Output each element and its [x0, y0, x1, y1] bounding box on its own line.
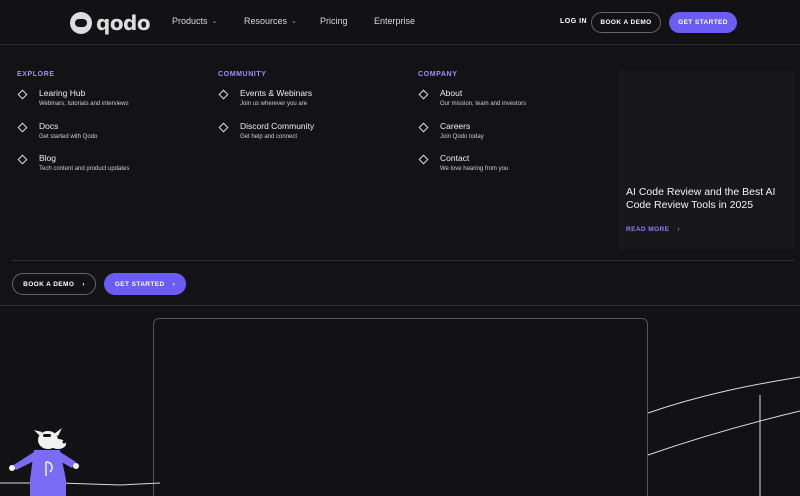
nav-products-label: Products [172, 16, 208, 26]
menu-item-blog[interactable]: Blog Tech content and product updates [17, 153, 129, 186]
nav-pricing[interactable]: Pricing [320, 16, 348, 26]
nav-enterprise[interactable]: Enterprise [374, 16, 415, 26]
item-title: Docs [39, 120, 59, 131]
chevron-down-icon: ⌄ [291, 18, 297, 25]
resources-dropdown: EXPLORE Learing Hub Webinars, tutorials … [0, 45, 800, 306]
item-title: Events & Webinars [240, 88, 313, 98]
item-desc: Join Qodo today [440, 133, 484, 140]
qodo-logo[interactable]: qodo [70, 11, 151, 35]
nav-resources[interactable]: Resources ⌄ [244, 16, 297, 26]
explore-column: EXPLORE Learing Hub Webinars, tutorials … [17, 71, 129, 186]
menu-item-discord[interactable]: Discord Community Get help and connect [218, 121, 314, 154]
read-more-label: READ MORE [626, 226, 670, 233]
get-started-button[interactable]: GET STARTED › [104, 273, 186, 295]
item-title: About [440, 88, 463, 98]
community-heading: COMMUNITY [218, 71, 267, 78]
item-desc: Tech content and product updates [39, 166, 130, 172]
diamond-icon [418, 122, 429, 132]
menu-item-events[interactable]: Events & Webinars Join us wherever you a… [218, 88, 314, 121]
menu-item-about[interactable]: About Our mission, team and investors [418, 88, 526, 121]
item-title: Learing Hub [39, 88, 86, 98]
site-header: qodo Products ⌄ Resources ⌄ Pricing Ente… [0, 0, 800, 45]
get-started-label: GET STARTED [114, 280, 165, 288]
item-title: Careers [440, 120, 471, 131]
explore-heading: EXPLORE [17, 71, 55, 78]
read-more-link[interactable]: READ MORE › [626, 226, 680, 233]
diamond-icon [17, 154, 28, 165]
logo-text: qodo [96, 11, 151, 35]
item-title: Discord Community [240, 120, 315, 131]
get-started-button[interactable]: GET STARTED [669, 12, 737, 33]
decorative-curve [0, 376, 800, 496]
diamond-icon [17, 89, 28, 100]
diamond-icon [17, 122, 28, 132]
item-desc: Join us wherever you are [240, 101, 308, 107]
diamond-icon [418, 89, 429, 100]
featured-article-title: AI Code Review and the Best AI Code Revi… [626, 186, 776, 211]
diamond-icon [418, 154, 429, 165]
item-desc: Get help and connect [240, 133, 298, 140]
arrow-right-icon: › [677, 226, 680, 233]
arrow-right-icon: › [172, 280, 176, 288]
menu-item-learning-hub[interactable]: Learing Hub Webinars, tutorials and inte… [17, 88, 129, 121]
divider [12, 260, 795, 261]
qodo-logo-icon [70, 12, 92, 34]
nav-products[interactable]: Products ⌄ [172, 16, 217, 26]
item-desc: We love hearing from you [440, 166, 509, 172]
menu-item-contact[interactable]: Contact We love hearing from you [418, 153, 526, 186]
diamond-icon [218, 122, 229, 132]
community-column: COMMUNITY Events & Webinars Join us wher… [218, 71, 314, 153]
chevron-down-icon: ⌄ [211, 18, 218, 25]
menu-item-docs[interactable]: Docs Get started with Qodo [17, 121, 129, 154]
item-desc: Our mission, team and investors [440, 101, 527, 107]
item-title: Contact [440, 153, 470, 163]
featured-article-card[interactable]: AI Code Review and the Best AI Code Revi… [618, 71, 795, 249]
company-column: COMPANY About Our mission, team and inve… [418, 71, 526, 186]
item-desc: Webinars, tutorials and interviews [39, 101, 129, 107]
nav-enterprise-label: Enterprise [374, 16, 416, 26]
book-demo-button[interactable]: BOOK A DEMO [591, 12, 661, 33]
company-heading: COMPANY [418, 71, 458, 78]
book-demo-button[interactable]: BOOK A DEMO › [12, 273, 96, 295]
item-desc: Get started with Qodo [39, 133, 98, 140]
book-demo-label: BOOK A DEMO [23, 280, 75, 288]
item-title: Blog [39, 153, 57, 163]
diamond-icon [218, 89, 229, 100]
arrow-right-icon: › [82, 280, 85, 288]
nav-pricing-label: Pricing [320, 16, 348, 26]
nav-resources-label: Resources [244, 16, 288, 26]
login-link[interactable]: LOG IN [560, 18, 587, 25]
mascot-illustration [9, 428, 79, 496]
menu-item-careers[interactable]: Careers Join Qodo today [418, 121, 526, 154]
